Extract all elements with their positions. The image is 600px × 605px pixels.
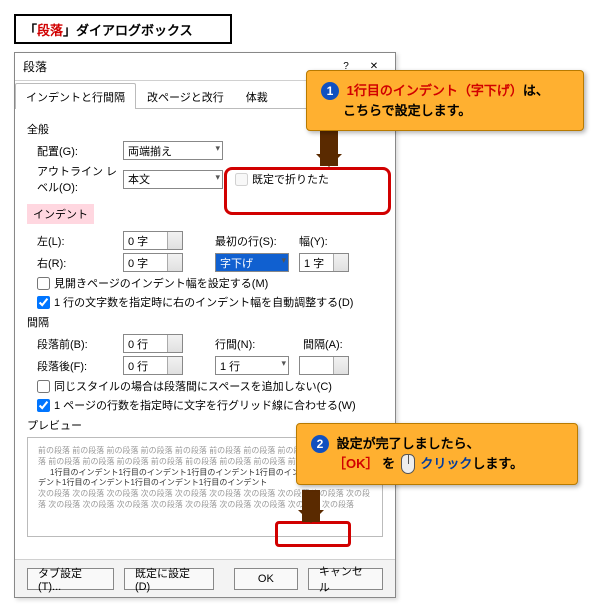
callout1-line2: こちらで設定します。 xyxy=(343,103,471,118)
space-before-spin[interactable]: 0 行▲▼ xyxy=(123,334,183,353)
callout-ok: 2 設定が完了しましたら、 ［OK］ を クリックします。 xyxy=(296,423,578,485)
callout1-tail1: は、 xyxy=(523,83,549,98)
section-spacing: 間隔 xyxy=(27,314,383,330)
arrow-to-ok xyxy=(302,490,320,522)
ok-button[interactable]: OK xyxy=(234,568,298,590)
label-firstline: 最初の行(S): xyxy=(215,233,279,249)
mouse-icon xyxy=(401,454,415,474)
nospace-samestyle-label: 同じスタイルの場合は段落間にスペースを追加しない(C) xyxy=(54,378,332,394)
callout2-ok-l: ［ xyxy=(333,456,346,471)
mirror-indent-label: 見開きページのインデント幅を設定する(M) xyxy=(54,275,268,291)
mirror-indent-checkbox[interactable] xyxy=(37,277,50,290)
label-indent-right: 右(R): xyxy=(27,255,123,271)
caption-prefix: 「 xyxy=(24,20,37,39)
dialog-title: 段落 xyxy=(23,58,47,75)
tab-settings-button[interactable]: タブ設定(T)... xyxy=(27,568,114,590)
spacing-gap-spin[interactable]: ▲▼ xyxy=(299,356,349,375)
outline-combo[interactable]: 本文 xyxy=(123,170,223,189)
autoadjust-indent-checkbox[interactable] xyxy=(37,296,50,309)
firstline-combo[interactable]: 字下げ xyxy=(215,253,289,272)
space-after-spin[interactable]: 0 行▲▼ xyxy=(123,356,183,375)
tutorial-caption: 「 段落 」ダイアログボックス xyxy=(14,14,232,44)
indent-left-spin[interactable]: 0 字▲▼ xyxy=(123,231,183,250)
callout2-tail: します。 xyxy=(472,456,523,471)
lineheight-combo[interactable]: 1 行 xyxy=(215,356,289,375)
arrow-to-firstline xyxy=(320,130,338,166)
firstline-width-spin[interactable]: 1 字▲▼ xyxy=(299,253,349,272)
callout1-highlight: 1行目のインデント（字下げ） xyxy=(347,83,523,98)
alignment-combo[interactable]: 両端揃え xyxy=(123,141,223,160)
label-space-after: 段落後(F): xyxy=(27,358,123,374)
label-firstline-width: 幅(Y): xyxy=(299,233,328,249)
cancel-button[interactable]: キャンセル xyxy=(308,568,383,590)
section-indent: インデント xyxy=(27,204,94,224)
callout2-click: クリック xyxy=(420,456,472,471)
label-space-before: 段落前(B): xyxy=(27,336,123,352)
label-spacing-gap: 間隔(A): xyxy=(303,336,343,352)
paragraph-dialog: 段落 ? ✕ インデントと行間隔 改ページと改行 体裁 全般 配置(G): 両端… xyxy=(14,52,396,598)
callout2-ok-r: ］ xyxy=(366,456,379,471)
label-lineheight: 行間(N): xyxy=(215,336,265,352)
callout-number-2: 2 xyxy=(311,435,329,453)
callout-firstline: 1 1行目のインデント（字下げ）は、 こちらで設定します。 xyxy=(306,70,584,131)
grid-snap-checkbox[interactable] xyxy=(37,399,50,412)
indent-right-spin[interactable]: 0 字▲▼ xyxy=(123,253,183,272)
label-outline-level: アウトライン レベル(O): xyxy=(27,163,123,195)
callout2-ok: OK xyxy=(346,456,366,471)
grid-snap-label: 1 ページの行数を指定時に文字を行グリッド線に合わせる(W) xyxy=(54,397,356,413)
caption-highlight: 段落 xyxy=(37,20,63,39)
collapse-default-checkbox xyxy=(235,173,248,186)
tab-pagebreak[interactable]: 改ページと改行 xyxy=(136,83,235,109)
callout2-line1: 設定が完了しましたら、 xyxy=(337,436,480,451)
tab-typography[interactable]: 体裁 xyxy=(235,83,279,109)
label-indent-left: 左(L): xyxy=(27,233,123,249)
callout2-mid: を xyxy=(382,456,399,471)
nospace-samestyle-checkbox[interactable] xyxy=(37,380,50,393)
label-alignment: 配置(G): xyxy=(27,143,123,159)
autoadjust-indent-label: 1 行の文字数を指定時に右のインデント幅を自動調整する(D) xyxy=(54,294,353,310)
caption-suffix: 」ダイアログボックス xyxy=(63,20,193,39)
tab-indent-spacing[interactable]: インデントと行間隔 xyxy=(15,83,136,109)
preview-gray-after: 次の段落 次の段落 次の段落 次の段落 次の段落 次の段落 次の段落 次の段落 … xyxy=(38,489,372,511)
button-bar: タブ設定(T)... 既定に設定(D) OK キャンセル xyxy=(15,559,395,597)
set-default-button[interactable]: 既定に設定(D) xyxy=(124,568,214,590)
callout-number-1: 1 xyxy=(321,82,339,100)
